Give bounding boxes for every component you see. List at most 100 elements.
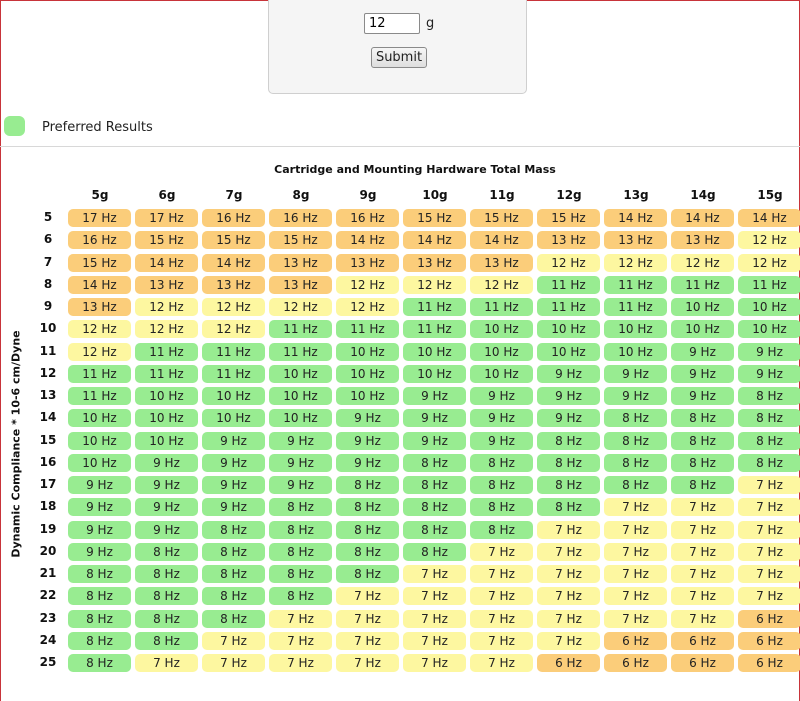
column-header: 14g	[690, 188, 716, 202]
table-cell: 10 Hz	[671, 298, 734, 316]
table-cell: 12 Hz	[336, 298, 399, 316]
table-cell: 8 Hz	[537, 476, 600, 494]
table-cell: 13 Hz	[202, 275, 265, 294]
table-cell: 7 Hz	[269, 654, 332, 672]
table-cell: 8 Hz	[68, 631, 131, 650]
table-cell: 7 Hz	[671, 542, 734, 561]
table-cell: 10 Hz	[269, 387, 332, 405]
table-cell: 6 Hz	[537, 654, 600, 672]
row-header: 14	[39, 410, 57, 425]
table-cell: 11 Hz	[68, 387, 131, 405]
table-cell: 9 Hz	[403, 431, 466, 450]
table-cell: 9 Hz	[403, 409, 466, 428]
table-cell: 12 Hz	[68, 320, 131, 339]
table-cell: 9 Hz	[537, 387, 600, 405]
table-cell: 9 Hz	[202, 498, 265, 517]
row-header: 5	[43, 210, 53, 224]
table-cell: 7 Hz	[738, 476, 800, 494]
table-cell: 8 Hz	[671, 453, 734, 472]
table-cell: 17 Hz	[135, 209, 198, 227]
table-cell: 10 Hz	[68, 453, 131, 472]
table-cell: 8 Hz	[135, 609, 198, 628]
table-cell: 8 Hz	[537, 431, 600, 450]
table-cell: 8 Hz	[671, 431, 734, 450]
column-header: 9g	[359, 188, 377, 202]
table-cell: 10 Hz	[202, 409, 265, 428]
table-cell: 12 Hz	[336, 275, 399, 294]
table-cell: 7 Hz	[738, 542, 800, 561]
table-cell: 11 Hz	[403, 320, 466, 339]
table-cell: 7 Hz	[738, 498, 800, 517]
table-cell: 8 Hz	[202, 542, 265, 561]
column-header: 12g	[556, 188, 582, 202]
table-cell: 8 Hz	[604, 453, 667, 472]
table-cell: 7 Hz	[738, 520, 800, 539]
table-cell: 7 Hz	[403, 609, 466, 628]
table-cell: 9 Hz	[470, 387, 533, 405]
row-header: 16	[39, 454, 57, 469]
table-cell: 15 Hz	[202, 231, 265, 250]
table-cell: 9 Hz	[269, 431, 332, 450]
table-cell: 8 Hz	[135, 587, 198, 606]
table-cell: 9 Hz	[202, 453, 265, 472]
table-cell: 8 Hz	[604, 431, 667, 450]
row-header: 11	[39, 343, 57, 358]
table-cell: 10 Hz	[537, 320, 600, 339]
table-cell: 9 Hz	[604, 387, 667, 405]
table-cell: 8 Hz	[336, 565, 399, 583]
table-cell: 8 Hz	[537, 453, 600, 472]
row-header: 22	[39, 588, 57, 603]
table-cell: 10 Hz	[470, 364, 533, 383]
table-cell: 13 Hz	[135, 275, 198, 294]
table-cell: 7 Hz	[403, 631, 466, 650]
column-header: 15g	[757, 188, 783, 202]
table-cell: 11 Hz	[671, 275, 734, 294]
table-cell: 8 Hz	[470, 453, 533, 472]
table-cell: 8 Hz	[68, 654, 131, 672]
table-cell: 7 Hz	[671, 587, 734, 606]
table-cell: 11 Hz	[537, 275, 600, 294]
table-cell: 6 Hz	[738, 631, 800, 650]
table-cell: 9 Hz	[470, 431, 533, 450]
table-cell: 11 Hz	[202, 364, 265, 383]
table-cell: 7 Hz	[470, 587, 533, 606]
table-cell: 8 Hz	[604, 476, 667, 494]
table-cell: 6 Hz	[738, 654, 800, 672]
table-cell: 8 Hz	[604, 409, 667, 428]
table-cell: 8 Hz	[135, 631, 198, 650]
table-cell: 7 Hz	[470, 631, 533, 650]
table-cell: 16 Hz	[68, 231, 131, 250]
table-cell: 13 Hz	[68, 298, 131, 316]
table-cell: 8 Hz	[269, 520, 332, 539]
table-cell: 10 Hz	[336, 364, 399, 383]
table-cell: 13 Hz	[537, 231, 600, 250]
mass-input[interactable]	[364, 13, 420, 34]
row-header: 23	[39, 610, 57, 625]
table-cell: 10 Hz	[738, 320, 800, 339]
table-cell: 13 Hz	[671, 231, 734, 250]
table-cell: 7 Hz	[604, 565, 667, 583]
table-cell: 9 Hz	[336, 431, 399, 450]
table-cell: 9 Hz	[470, 409, 533, 428]
row-header: 20	[39, 543, 57, 558]
table-cell: 10 Hz	[604, 320, 667, 339]
table-cell: 8 Hz	[202, 565, 265, 583]
table-cell: 7 Hz	[336, 609, 399, 628]
table-cell: 7 Hz	[671, 520, 734, 539]
table-cell: 9 Hz	[336, 409, 399, 428]
table-cell: 8 Hz	[269, 542, 332, 561]
table-cell: 7 Hz	[537, 631, 600, 650]
table-cell: 10 Hz	[68, 409, 131, 428]
row-header: 17	[39, 477, 57, 491]
table-cell: 14 Hz	[403, 231, 466, 250]
table-cell: 11 Hz	[336, 320, 399, 339]
row-header: 25	[39, 655, 57, 669]
table-cell: 7 Hz	[403, 587, 466, 606]
table-cell: 12 Hz	[202, 320, 265, 339]
table-cell: 14 Hz	[604, 209, 667, 227]
table-cell: 7 Hz	[738, 587, 800, 606]
table-cell: 6 Hz	[671, 631, 734, 650]
submit-button[interactable]: Submit	[371, 47, 427, 68]
table-cell: 11 Hz	[403, 298, 466, 316]
table-cell: 8 Hz	[470, 498, 533, 517]
